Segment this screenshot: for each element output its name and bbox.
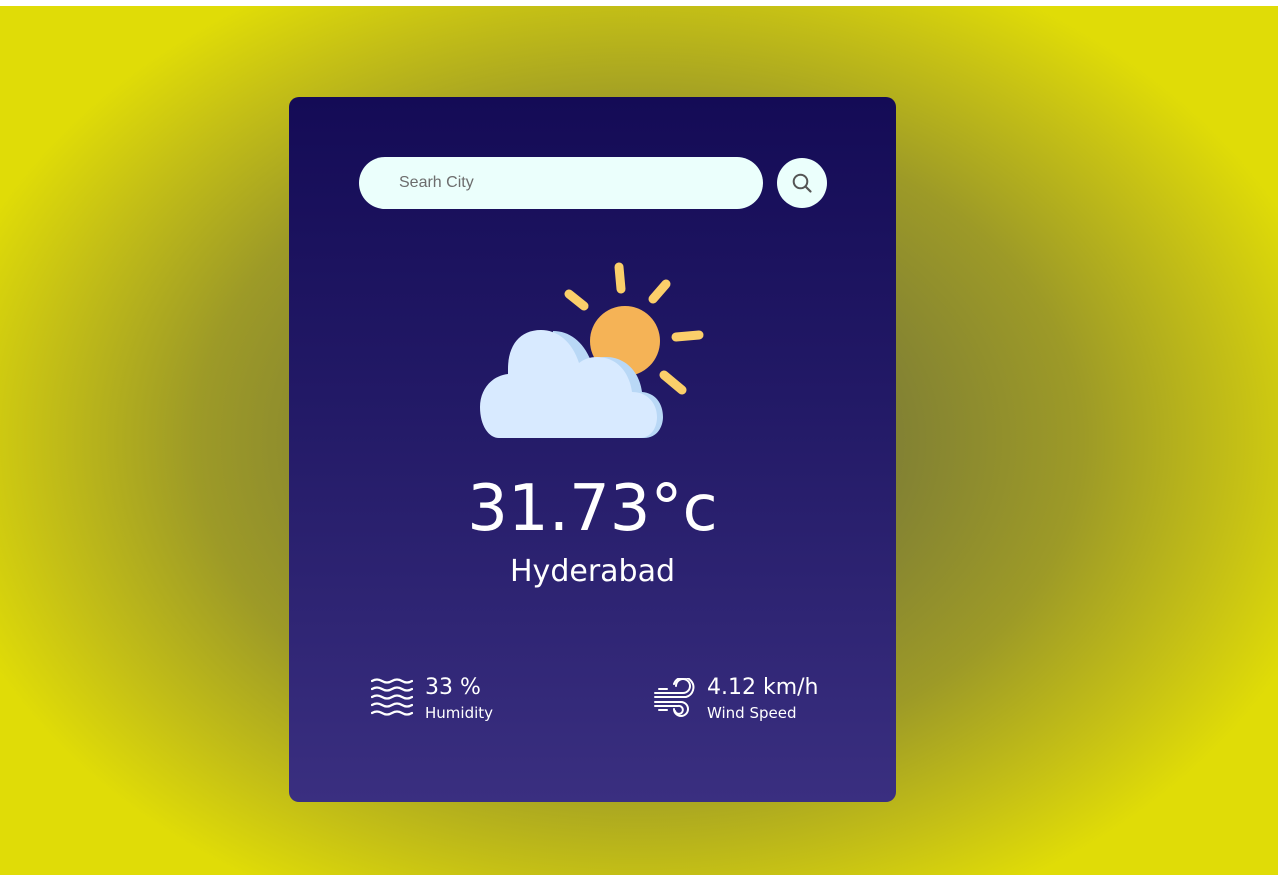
- humidity-value: 33 %: [425, 675, 481, 700]
- wind-icon: [654, 678, 695, 717]
- wind-value: 4.12 km/h: [707, 675, 819, 700]
- partly-cloudy-icon: [480, 262, 704, 438]
- search-icon: [792, 173, 812, 193]
- city-name: Hyderabad: [510, 554, 675, 589]
- wind-label: Wind Speed: [707, 704, 797, 722]
- search-input[interactable]: [359, 157, 763, 209]
- weather-card: 31.73°c Hyderabad 33 % Humidity: [289, 97, 896, 802]
- search-bar: [359, 157, 827, 209]
- waves-icon: [371, 678, 413, 716]
- humidity-detail: 33 % Humidity: [371, 674, 591, 724]
- humidity-label: Humidity: [425, 704, 494, 722]
- search-button[interactable]: [777, 158, 827, 208]
- temperature: 31.73°c: [467, 472, 718, 546]
- wind-detail: 4.12 km/h Wind Speed: [653, 674, 873, 724]
